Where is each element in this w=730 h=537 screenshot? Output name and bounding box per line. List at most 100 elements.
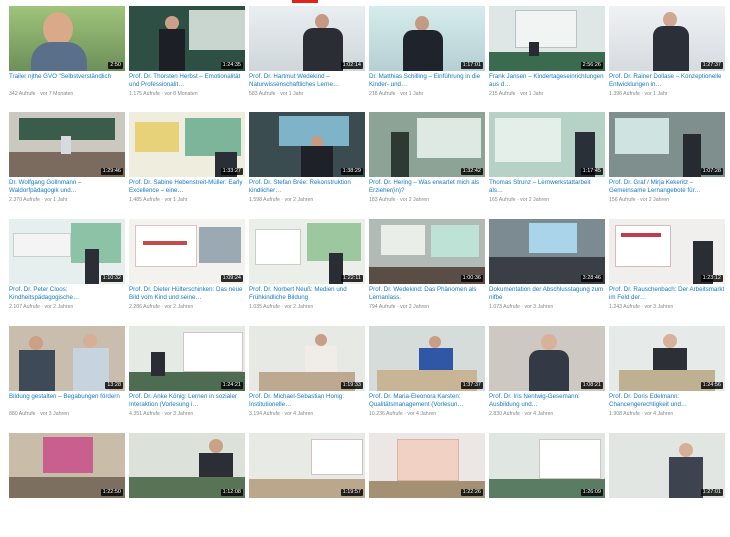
video-thumbnail[interactable]: 1:19:33 <box>249 326 365 391</box>
video-thumbnail[interactable]: 1:12:08 <box>129 433 245 498</box>
video-title[interactable]: Prof. Dr. Sabine Hebenstreit-Müller: Ear… <box>129 179 245 196</box>
video-card[interactable]: 1:19:33 Prof. Dr. Michael-Sebastian Honi… <box>249 326 365 430</box>
video-card[interactable]: 1:17:01 Dr. Matthias Schilling – Einführ… <box>369 6 485 110</box>
video-title[interactable]: Dr. Matthias Schilling – Einführung in d… <box>369 73 485 90</box>
video-title[interactable]: Prof. Dr. Wedekind: Das Phänomen als Ler… <box>369 286 485 303</box>
video-thumbnail[interactable]: 1:22:26 <box>369 433 485 498</box>
video-thumbnail[interactable]: 1:27:37 <box>609 6 725 71</box>
video-meta: 1.035 Aufrufe · vor 2 Jahren <box>249 304 314 310</box>
video-thumbnail[interactable]: 1:08:21 <box>489 326 605 391</box>
video-card[interactable]: 1:22:11 Prof. Dr. Norbert Neuß: Medien u… <box>249 219 365 323</box>
video-meta: 1.598 Aufrufe · vor 2 Jahren <box>249 197 314 203</box>
video-thumbnail[interactable]: 1:24:56 <box>609 326 725 391</box>
video-card[interactable]: 1:09:24 Prof. Dr. Dieter Hülterschinken:… <box>129 219 245 323</box>
video-thumbnail[interactable]: 1:22:11 <box>249 219 365 284</box>
video-title[interactable]: Prof. Dr. Rainer Dollase – Konzeptionell… <box>609 73 725 90</box>
video-thumbnail[interactable]: 1:32:42 <box>369 112 485 177</box>
video-thumbnail[interactable]: 1:00:36 <box>369 219 485 284</box>
video-title[interactable]: Prof. Dr. Hering – Was erwartet mich als… <box>369 179 485 196</box>
video-thumbnail[interactable]: 1:23:12 <box>609 219 725 284</box>
video-duration: 1:22:26 <box>460 489 483 496</box>
video-meta: 218 Aufrufe · vor 1 Jahr <box>369 91 424 97</box>
video-card[interactable]: 2:50 Trailer njthe GVO "Selbstverständli… <box>9 6 125 110</box>
video-card[interactable]: 1:37:37 Prof. Dr. Maria-Eleonora Karsten… <box>369 326 485 430</box>
video-meta: 2.286 Aufrufe · vor 2 Jahren <box>129 304 194 310</box>
video-thumbnail[interactable]: 1:10:32 <box>9 219 125 284</box>
video-title[interactable]: Prof. Dr. Michael-Sebastian Honig: Insti… <box>249 393 365 410</box>
video-thumbnail[interactable]: 1:24:21 <box>129 326 245 391</box>
video-card[interactable]: 1:12:08 <box>129 433 245 537</box>
video-card[interactable]: 1:32:42 Prof. Dr. Hering – Was erwartet … <box>369 112 485 216</box>
video-meta: 2.830 Aufrufe · vor 4 Jahren <box>489 411 554 417</box>
video-title[interactable]: Prof. Dr. Maria-Eleonora Karsten: Qualit… <box>369 393 485 410</box>
video-card[interactable]: 1:07:28 Prof. Dr. Graf / Mirja Kekeritz … <box>609 112 725 216</box>
video-meta: 880 Aufrufe · vor 3 Jahren <box>9 411 69 417</box>
video-duration: 1:19:57 <box>340 489 363 496</box>
video-title[interactable]: Prof. Dr. Anke König: Lernen in sozialer… <box>129 393 245 410</box>
video-card[interactable]: 1:00:36 Prof. Dr. Wedekind: Das Phänomen… <box>369 219 485 323</box>
video-card[interactable]: 1:02:14 Prof. Dr. Hartmut Wedekind – Nat… <box>249 6 365 110</box>
video-card[interactable]: 1:27:37 Prof. Dr. Rainer Dollase – Konze… <box>609 6 725 110</box>
video-thumbnail[interactable]: 1:09:24 <box>129 219 245 284</box>
video-card[interactable]: 1:23:12 Prof. Dr. Rauschenbach: Der Arbe… <box>609 219 725 323</box>
video-title[interactable]: Frank Jansen – Kindertageseinrichtungen … <box>489 73 605 90</box>
video-title[interactable]: Bildung gestalten – Begabungen fördern <box>9 393 125 410</box>
video-title[interactable]: Prof. Dr. Thorsten Herbst – Emotionalitä… <box>129 73 245 90</box>
video-thumbnail[interactable]: 1:26:09 <box>489 433 605 498</box>
video-title[interactable]: Prof. Dr. Peter Cloos: Kindheitspädagogi… <box>9 286 125 303</box>
video-thumbnail[interactable]: 1:27:01 <box>609 433 725 498</box>
video-duration: 1:33:27 <box>220 168 243 175</box>
video-card[interactable]: 1:24:21 Prof. Dr. Anke König: Lernen in … <box>129 326 245 430</box>
video-card[interactable]: 1:24:56 Prof. Dr. Doris Edelmann: Chance… <box>609 326 725 430</box>
video-title[interactable]: Thomas Strunz – Lernwerkstattarbeit als… <box>489 179 605 196</box>
video-title[interactable]: Prof. Dr. Stefan Brée: Rekonstruktion ki… <box>249 179 365 196</box>
video-thumbnail[interactable]: 1:17:01 <box>369 6 485 71</box>
video-thumbnail[interactable]: 13:28 <box>9 326 125 391</box>
video-duration: 13:28 <box>105 382 123 389</box>
video-card[interactable]: 1:22:50 <box>9 433 125 537</box>
video-duration: 1:17:45 <box>580 168 603 175</box>
video-title[interactable]: Trailer njthe GVO "Selbstverständlich <box>9 73 125 90</box>
video-thumbnail[interactable]: 1:33:27 <box>129 112 245 177</box>
video-card[interactable]: 1:10:32 Prof. Dr. Peter Cloos: Kindheits… <box>9 219 125 323</box>
video-card[interactable]: 1:17:45 Thomas Strunz – Lernwerkstattarb… <box>489 112 605 216</box>
video-thumbnail[interactable]: 1:22:50 <box>9 433 125 498</box>
video-duration: 1:24:35 <box>220 62 243 69</box>
video-thumbnail[interactable]: 3:28:46 <box>489 219 605 284</box>
video-meta: 4.351 Aufrufe · vor 3 Jahren <box>129 411 194 417</box>
video-title[interactable]: Prof. Dr. Rauschenbach: Der Arbeitsmarkt… <box>609 286 725 303</box>
video-card[interactable]: 2:56:26 Frank Jansen – Kindertageseinric… <box>489 6 605 110</box>
video-meta: 215 Aufrufe · vor 1 Jahr <box>489 91 544 97</box>
video-thumbnail[interactable]: 1:38:29 <box>249 112 365 177</box>
video-title[interactable]: Prof. Dr. Norbert Neuß: Medien und Frühk… <box>249 286 365 303</box>
video-card[interactable]: 1:27:01 <box>609 433 725 537</box>
video-title[interactable]: Prof. Dr. Hartmut Wedekind – Naturwissen… <box>249 73 365 90</box>
video-duration: 1:22:50 <box>100 489 123 496</box>
video-thumbnail[interactable]: 1:17:45 <box>489 112 605 177</box>
video-thumbnail[interactable]: 1:24:35 <box>129 6 245 71</box>
video-thumbnail[interactable]: 1:02:14 <box>249 6 365 71</box>
video-thumbnail[interactable]: 2:56:26 <box>489 6 605 71</box>
video-card[interactable]: 1:08:21 Prof. Dr. Iris Nentwig-Gesemann:… <box>489 326 605 430</box>
video-card[interactable]: 1:38:29 Prof. Dr. Stefan Brée: Rekonstru… <box>249 112 365 216</box>
video-thumbnail[interactable]: 1:37:37 <box>369 326 485 391</box>
video-duration: 1:24:21 <box>220 382 243 389</box>
video-card[interactable]: 13:28 Bildung gestalten – Begabungen för… <box>9 326 125 430</box>
video-card[interactable]: 1:22:26 <box>369 433 485 537</box>
video-thumbnail[interactable]: 1:29:46 <box>9 112 125 177</box>
video-card[interactable]: 1:19:57 <box>249 433 365 537</box>
video-title[interactable]: Dr. Wolfgang Gollnmann – Waldorfpädagogi… <box>9 179 125 196</box>
video-thumbnail[interactable]: 1:19:57 <box>249 433 365 498</box>
video-card[interactable]: 3:28:46 Dokumentation der Abschlusstagun… <box>489 219 605 323</box>
video-card[interactable]: 1:29:46 Dr. Wolfgang Gollnmann – Waldorf… <box>9 112 125 216</box>
video-thumbnail[interactable]: 1:07:28 <box>609 112 725 177</box>
video-title[interactable]: Prof. Dr. Dieter Hülterschinken: Das neu… <box>129 286 245 303</box>
video-title[interactable]: Dokumentation der Abschlusstagung zum ni… <box>489 286 605 303</box>
video-card[interactable]: 1:24:35 Prof. Dr. Thorsten Herbst – Emot… <box>129 6 245 110</box>
video-thumbnail[interactable]: 2:50 <box>9 6 125 71</box>
video-title[interactable]: Prof. Dr. Graf / Mirja Kekeritz – Gemein… <box>609 179 725 196</box>
video-card[interactable]: 1:33:27 Prof. Dr. Sabine Hebenstreit-Mül… <box>129 112 245 216</box>
video-card[interactable]: 1:26:09 <box>489 433 605 537</box>
video-title[interactable]: Prof. Dr. Iris Nentwig-Gesemann: Ausbild… <box>489 393 605 410</box>
video-title[interactable]: Prof. Dr. Doris Edelmann: Chancengerecht… <box>609 393 725 410</box>
